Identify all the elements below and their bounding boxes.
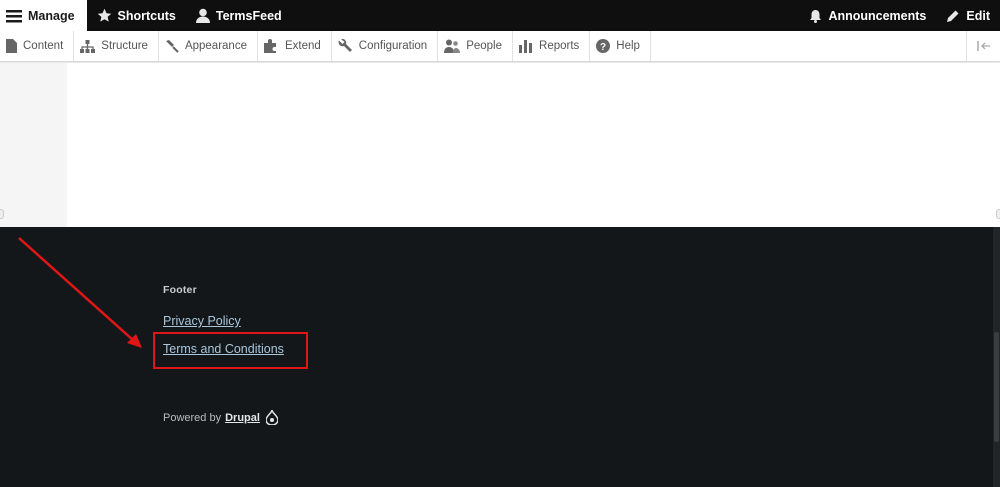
people-icon: [444, 39, 461, 53]
highlight-box: [153, 332, 308, 369]
right-resize-handle[interactable]: [996, 209, 1000, 219]
tray-label: Reports: [539, 40, 580, 52]
tray-label: Structure: [101, 40, 148, 52]
drupal-link[interactable]: Drupal: [225, 412, 260, 424]
bell-icon: [810, 9, 822, 23]
edit-label: Edit: [966, 8, 990, 23]
tray-label: Appearance: [184, 40, 247, 52]
sitemap-icon: [80, 39, 96, 53]
manage-tab[interactable]: Manage: [0, 0, 87, 31]
user-tab[interactable]: TermsFeed: [186, 0, 292, 31]
star-icon: [97, 8, 111, 22]
bar-chart-icon: [519, 40, 533, 53]
admin-tray-menu: Content Structure Appearance Extend Conf…: [0, 31, 1000, 62]
site-label: TermsFeed: [215, 8, 282, 23]
edit-tab[interactable]: Edit: [936, 0, 1000, 31]
tray-label: Help: [616, 40, 640, 52]
svg-text:?: ?: [600, 42, 606, 53]
tray-label: Content: [23, 40, 64, 52]
left-resize-handle[interactable]: [0, 209, 4, 219]
puzzle-icon: [263, 39, 276, 53]
tray-item-help[interactable]: ? Help: [590, 31, 651, 61]
help-icon: ?: [596, 39, 611, 53]
tray-item-reports[interactable]: Reports: [513, 31, 591, 61]
user-icon: [195, 8, 210, 23]
file-icon: [6, 39, 17, 53]
powered-by-label: Powered by: [163, 411, 222, 424]
scrollbar-thumb[interactable]: [994, 332, 999, 442]
site-footer: Footer Privacy Policy Terms and Conditio…: [0, 227, 1000, 487]
tray-label: Configuration: [358, 40, 428, 52]
tray-item-content[interactable]: Content: [0, 31, 75, 61]
scrollbar[interactable]: [993, 227, 1000, 487]
admin-toolbar: Manage Shortcuts TermsFeed Announcements…: [0, 0, 1000, 31]
shortcuts-tab[interactable]: Shortcuts: [87, 0, 186, 31]
tray-orientation-toggle[interactable]: [966, 31, 1000, 61]
hamburger-icon: [6, 9, 22, 22]
privacy-policy-link[interactable]: Privacy Policy: [163, 314, 241, 328]
manage-label: Manage: [28, 8, 75, 23]
tray-label: People: [466, 40, 503, 52]
wrench-icon: [338, 39, 352, 52]
announcements-label: Announcements: [828, 8, 927, 23]
tray-item-structure[interactable]: Structure: [74, 31, 159, 61]
collapse-left-icon: [976, 41, 990, 51]
tray-label: Extend: [284, 40, 321, 52]
left-gutter: [0, 63, 67, 227]
tray-item-extend[interactable]: Extend: [258, 31, 332, 61]
drupal-drop-icon: [265, 410, 278, 425]
tray-item-configuration[interactable]: Configuration: [332, 31, 439, 61]
footer-heading: Footer: [163, 284, 197, 296]
tray-item-people[interactable]: People: [438, 31, 514, 61]
powered-by: Powered by Drupal: [163, 410, 278, 425]
tray-item-appearance[interactable]: Appearance: [159, 31, 258, 61]
shortcuts-label: Shortcuts: [117, 8, 176, 23]
main-content: [0, 63, 1000, 227]
announcements-tab[interactable]: Announcements: [799, 0, 936, 31]
brush-icon: [165, 40, 179, 53]
pencil-icon: [947, 10, 959, 22]
